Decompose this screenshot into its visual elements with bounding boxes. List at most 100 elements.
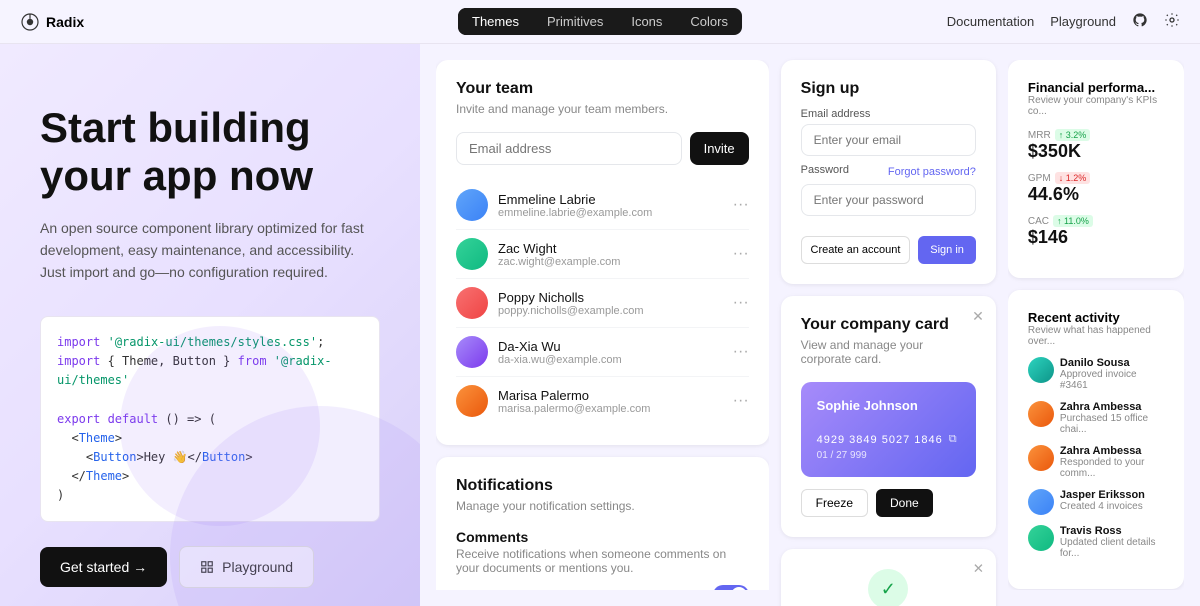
member-menu-button[interactable]: ··· [733,392,749,410]
table-row: Zac Wight zac.wight@example.com ··· [456,230,749,279]
comments-push-toggle[interactable] [713,585,749,590]
member-menu-button[interactable]: ··· [733,343,749,361]
playground-icon [200,560,214,574]
cac-value: $146 [1028,227,1164,248]
avatar [456,287,488,319]
activity-description: Approved invoice #3461 [1060,369,1164,391]
member-name: Marisa Palermo [498,388,733,403]
mrr-metric: MRR ↑ 3.2% $350K [1028,129,1164,162]
far-right-column: Financial performa... Review your compan… [1008,60,1184,590]
nav-primitives[interactable]: Primitives [533,8,617,35]
done-button[interactable]: Done [876,489,933,517]
team-card-title: Your team [456,80,749,98]
freeze-button[interactable]: Freeze [801,489,868,517]
nav-themes[interactable]: Themes [458,8,533,35]
member-email: da-xia.wu@example.com [498,354,733,366]
avatar [456,336,488,368]
activity-person-name: Jasper Eriksson [1060,489,1145,501]
member-menu-button[interactable]: ··· [733,294,749,312]
invite-button[interactable]: Invite [690,132,749,165]
team-card: Your team Invite and manage your team me… [436,60,769,445]
company-card-subtitle: View and manage your corporate card. [801,338,976,366]
left-panel: Start building your app now An open sour… [0,44,420,606]
invite-input[interactable] [456,132,682,165]
activity-card: Recent activity Review what has happened… [1008,290,1184,589]
mrr-badge: ↑ 3.2% [1055,129,1091,141]
settings-icon[interactable] [1164,12,1180,31]
notifications-subtitle: Manage your notification settings. [456,499,749,513]
table-row: Marisa Palermo marisa.palermo@example.co… [456,377,749,425]
member-email: zac.wight@example.com [498,256,733,268]
member-menu-button[interactable]: ··· [733,245,749,263]
notif-comments-desc: Receive notifications when someone comme… [456,547,749,575]
financial-subtitle: Review your company's KPIs co... [1028,95,1164,117]
member-name: Poppy Nicholls [498,290,733,305]
activity-person-name: Zahra Ambessa [1060,401,1164,413]
member-menu-button[interactable]: ··· [733,196,749,214]
avatar [1028,489,1054,515]
playground-link[interactable]: Playground [1050,14,1116,29]
list-item: Zahra Ambessa Responded to your comm... [1028,445,1164,479]
radix-logo-icon [20,12,40,32]
get-started-button[interactable]: Get started → [40,547,167,587]
list-item: Danilo Sousa Approved invoice #3461 [1028,357,1164,391]
create-account-button[interactable]: Create an account [801,236,911,264]
activity-list: Danilo Sousa Approved invoice #3461 Zahr… [1028,357,1164,559]
nav-icons[interactable]: Icons [617,8,676,35]
email-field[interactable] [801,124,976,156]
copy-card-number-button[interactable]: ⧉ [949,433,958,446]
email-label: Email address [801,108,976,120]
center-scroll[interactable]: Your team Invite and manage your team me… [436,60,769,590]
forgot-password-link[interactable]: Forgot password? [888,166,976,178]
activity-description: Updated client details for... [1060,537,1164,559]
github-icon[interactable] [1132,12,1148,31]
cac-metric: CAC ↑ 11.0% $146 [1028,215,1164,248]
signup-title: Sign up [801,80,976,98]
table-row: Emmeline Labrie emmeline.labrie@example.… [456,181,749,230]
avatar [1028,357,1054,383]
card-holder-name: Sophie Johnson [817,398,960,413]
notif-comments-toggles: Push Email Slack [456,585,749,590]
password-field[interactable] [801,184,976,216]
notif-section-comments: Comments Receive notifications when some… [456,529,749,590]
main-layout: Start building your app now An open sour… [0,0,1200,606]
card-number: 4929 3849 5027 1846 ⧉ [817,433,960,446]
header-right: Documentation Playground [947,12,1180,31]
activity-description: Created 4 invoices [1060,501,1145,512]
member-list: Emmeline Labrie emmeline.labrie@example.… [456,181,749,425]
signup-card: Sign up Email address Password Forgot pa… [781,60,996,284]
playground-button[interactable]: Playground [179,546,314,588]
member-email: marisa.palermo@example.com [498,403,733,415]
activity-subtitle: Review what has happened over... [1028,325,1164,347]
documentation-link[interactable]: Documentation [947,14,1034,29]
activity-title: Recent activity [1028,310,1164,325]
list-item: Jasper Eriksson Created 4 invoices [1028,489,1164,515]
sign-in-button[interactable]: Sign in [918,236,976,264]
nav-colors[interactable]: Colors [676,8,742,35]
mrr-value: $350K [1028,141,1164,162]
gpm-badge: ↓ 1.2% [1055,172,1091,184]
invoice-card: ✕ ✓ Invoice paid You paid $17,975.30. A … [781,549,996,606]
team-notifications-column: Your team Invite and manage your team me… [436,60,769,590]
financial-title: Financial performa... [1028,80,1164,95]
table-row: Poppy Nicholls poppy.nicholls@example.co… [456,279,749,328]
center-area: Your team Invite and manage your team me… [420,44,1200,606]
table-row: Da-Xia Wu da-xia.wu@example.com ··· [456,328,749,377]
avatar [1028,401,1054,427]
company-card-close-button[interactable]: ✕ [972,308,984,325]
activity-person-name: Travis Ross [1060,525,1164,537]
member-name: Zac Wight [498,241,733,256]
activity-description: Responded to your comm... [1060,457,1164,479]
notif-comments-title: Comments [456,529,749,545]
card-expiry: 01 / 27 999 [817,450,960,461]
member-email: emmeline.labrie@example.com [498,207,733,219]
activity-person-name: Danilo Sousa [1060,357,1164,369]
member-name: Emmeline Labrie [498,192,733,207]
invoice-close-button[interactable]: ✕ [973,561,984,577]
notifications-card: Notifications Manage your notification s… [436,457,769,590]
header: Radix Themes Primitives Icons Colors Doc… [0,0,1200,44]
invite-row: Invite [456,132,749,165]
header-left: Radix [20,12,84,32]
member-email: poppy.nicholls@example.com [498,305,733,317]
gpm-value: 44.6% [1028,184,1164,205]
